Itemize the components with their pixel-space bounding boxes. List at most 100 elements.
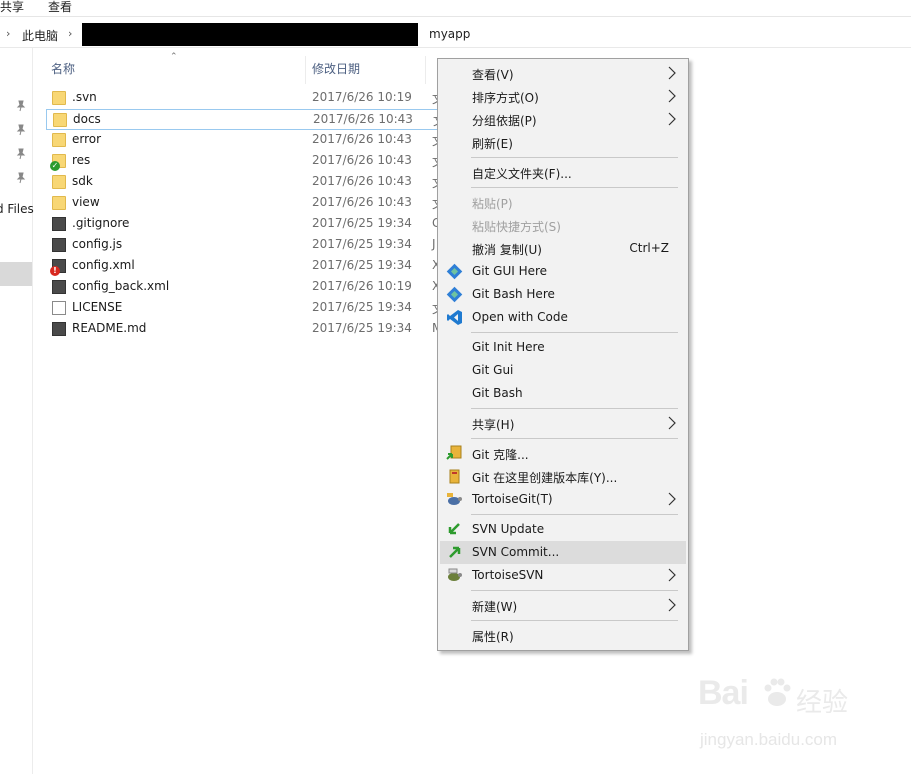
tortoisegit-clone-icon (446, 445, 463, 462)
file-name: error (72, 132, 102, 146)
blank-file-icon (52, 301, 66, 315)
ribbon-tab-share[interactable]: 共享 (0, 0, 24, 15)
folder-icon (53, 113, 67, 127)
menu-item[interactable]: Open with Code (440, 306, 686, 329)
menu-item: 粘贴快捷方式(S) (440, 214, 686, 237)
file-row[interactable]: view2017/6/26 10:43文 (46, 193, 446, 214)
file-row[interactable]: config_back.xml2017/6/26 10:19X (46, 277, 446, 298)
menu-item[interactable]: 自定义文件夹(F)... (440, 161, 686, 184)
file-modified-date: 2017/6/25 19:34 (312, 237, 412, 251)
folder-icon (52, 196, 66, 210)
js-file-icon (52, 238, 66, 252)
breadcrumb-current-folder[interactable]: myapp (429, 27, 470, 41)
menu-item[interactable]: 共享(H) (440, 412, 686, 435)
ribbon-tab-view[interactable]: 查看 (48, 0, 72, 15)
folder-icon (52, 133, 66, 147)
menu-item[interactable]: Git Init Here (440, 336, 686, 359)
file-row[interactable]: error2017/6/26 10:43文 (46, 130, 446, 151)
baidu-paw-icon (764, 678, 791, 706)
file-row[interactable]: .svn2017/6/26 10:19文 (46, 88, 446, 109)
folder-icon (52, 175, 66, 189)
menu-item[interactable]: SVN Update (440, 518, 686, 541)
svn-modified-icon: ! (50, 266, 60, 276)
submenu-arrow-icon (668, 66, 676, 80)
file-modified-date: 2017/6/26 10:43 (312, 195, 412, 209)
svn-normal-check-icon: ✓ (50, 161, 60, 171)
nav-item-selected[interactable] (0, 262, 32, 286)
pin-icon[interactable] (15, 124, 27, 136)
menu-item-label: Git 在这里创建版本库(Y)... (472, 471, 618, 485)
file-row[interactable]: README.md2017/6/25 19:34M (46, 319, 446, 340)
pin-icon[interactable] (15, 148, 27, 160)
menu-item-label: 排序方式(O) (472, 91, 539, 105)
column-header-modified[interactable]: 修改日期 (312, 60, 360, 77)
menu-item[interactable]: SVN Commit... (440, 541, 686, 564)
menu-item-label: 自定义文件夹(F)... (472, 167, 572, 181)
baidu-jingyan-watermark: Bai 经验 jingyan.baidu.com (698, 672, 868, 752)
menu-item[interactable]: TortoiseGit(T) (440, 488, 686, 511)
menu-item[interactable]: TortoiseSVN (440, 564, 686, 587)
folder-icon (52, 91, 66, 105)
text-file-icon (52, 217, 66, 231)
file-modified-date: 2017/6/25 19:34 (312, 300, 412, 314)
menu-separator (471, 590, 678, 591)
file-name: docs (73, 112, 101, 126)
file-name: config.xml (72, 258, 135, 272)
menu-item-label: 粘贴快捷方式(S) (472, 220, 561, 234)
menu-item[interactable]: Git GUI Here (440, 260, 686, 283)
watermark-jingyan: 经验 (796, 688, 849, 718)
column-divider[interactable] (425, 56, 426, 84)
file-modified-date: 2017/6/25 19:34 (312, 321, 412, 335)
git-icon (446, 286, 463, 303)
menu-item[interactable]: 刷新(E) (440, 131, 686, 154)
file-row[interactable]: LICENSE2017/6/25 19:34文 (46, 298, 446, 319)
redacted-path-block (82, 23, 418, 46)
menu-item[interactable]: 撤消 复制(U) Ctrl+Z (440, 237, 686, 260)
menu-item-label: 粘贴(P) (472, 197, 513, 211)
menu-separator (471, 332, 678, 333)
menu-item[interactable]: 查看(V) (440, 62, 686, 85)
nav-item-files-label[interactable]: d Files (0, 202, 34, 216)
menu-item[interactable]: Git 克隆... (440, 442, 686, 465)
file-row[interactable]: docs2017/6/26 10:43文 (46, 109, 446, 130)
address-bar[interactable]: › 此电脑 › myapp (0, 22, 911, 48)
column-divider[interactable] (305, 56, 306, 84)
menu-item[interactable]: Git Bash (440, 382, 686, 405)
submenu-arrow-icon (668, 416, 676, 430)
menu-item-label: SVN Commit... (472, 545, 560, 559)
menu-separator (471, 620, 678, 621)
file-row[interactable]: ✓res2017/6/26 10:43文 (46, 151, 446, 172)
file-row[interactable]: sdk2017/6/26 10:43文 (46, 172, 446, 193)
menu-item-label: TortoiseSVN (472, 568, 544, 582)
ribbon-tabs: 共享 查看 (0, 0, 911, 17)
menu-separator (471, 438, 678, 439)
git-icon (446, 263, 463, 280)
navigation-pane: d Files (0, 48, 34, 774)
menu-item[interactable]: Git Bash Here (440, 283, 686, 306)
breadcrumb-separator-icon[interactable]: › (68, 27, 72, 40)
file-row[interactable]: .gitignore2017/6/25 19:34G (46, 214, 446, 235)
breadcrumb-this-pc[interactable]: 此电脑 (22, 27, 58, 44)
pin-icon[interactable] (15, 100, 27, 112)
file-name: .gitignore (72, 216, 130, 230)
menu-separator (471, 408, 678, 409)
pin-icon[interactable] (15, 172, 27, 184)
vscode-icon (446, 309, 463, 326)
tortoisesvn-icon (446, 567, 463, 584)
menu-item[interactable]: Git 在这里创建版本库(Y)... (440, 465, 686, 488)
file-name: LICENSE (72, 300, 123, 314)
file-row[interactable]: !config.xml2017/6/25 19:34X (46, 256, 446, 277)
menu-item[interactable]: 新建(W) (440, 594, 686, 617)
menu-item[interactable]: 分组依据(P) (440, 108, 686, 131)
menu-item[interactable]: 属性(R) (440, 624, 686, 647)
column-header-name[interactable]: 名称 (51, 60, 75, 77)
file-name: .svn (72, 90, 97, 104)
file-modified-date: 2017/6/26 10:19 (312, 279, 412, 293)
menu-item[interactable]: 排序方式(O) (440, 85, 686, 108)
file-row[interactable]: config.js 2017/6/25 19:34 J (46, 235, 446, 256)
file-modified-date: 2017/6/25 19:34 (312, 216, 412, 230)
menu-item[interactable]: Git Gui (440, 359, 686, 382)
menu-item-label: 新建(W) (472, 600, 518, 614)
breadcrumb-chevron-icon[interactable]: › (6, 27, 10, 40)
file-modified-date: 2017/6/26 10:43 (312, 174, 412, 188)
